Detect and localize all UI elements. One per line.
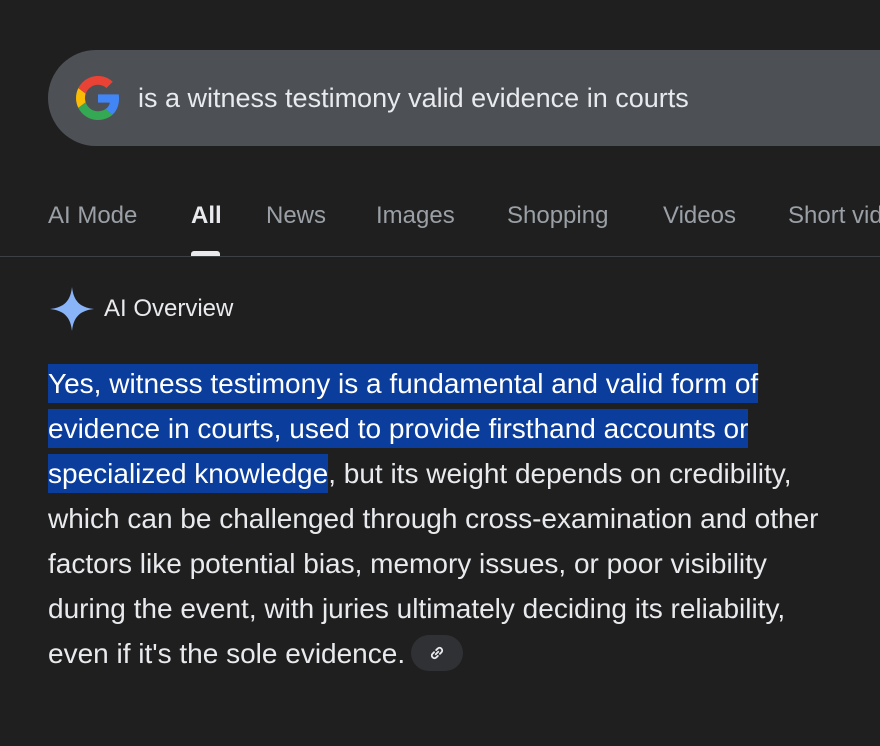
ai-overview-header: AI Overview: [48, 284, 233, 334]
search-bar[interactable]: is a witness testimony valid evidence in…: [48, 50, 880, 146]
sparkle-icon: [50, 287, 94, 331]
ai-overview-title: AI Overview: [104, 295, 234, 322]
source-link-button[interactable]: [411, 634, 464, 671]
search-results-page: is a witness testimony valid evidence in…: [0, 0, 880, 746]
tab-news[interactable]: News: [266, 202, 326, 230]
search-input[interactable]: is a witness testimony valid evidence in…: [138, 83, 689, 114]
ai-overview-answer: Yes, witness testimony is a fundamental …: [48, 361, 838, 676]
google-logo-icon: [76, 76, 120, 120]
tab-images[interactable]: Images: [376, 202, 455, 230]
tab-all[interactable]: All: [191, 202, 222, 230]
search-tabs: AI Mode All News Images Shopping Videos …: [0, 186, 880, 256]
tab-shopping[interactable]: Shopping: [507, 202, 608, 230]
link-icon: [431, 646, 444, 659]
tab-short-videos[interactable]: Short videos: [788, 202, 880, 230]
tab-ai-mode[interactable]: AI Mode: [48, 202, 137, 230]
tab-videos[interactable]: Videos: [663, 202, 736, 230]
tabs-divider: [0, 256, 880, 257]
